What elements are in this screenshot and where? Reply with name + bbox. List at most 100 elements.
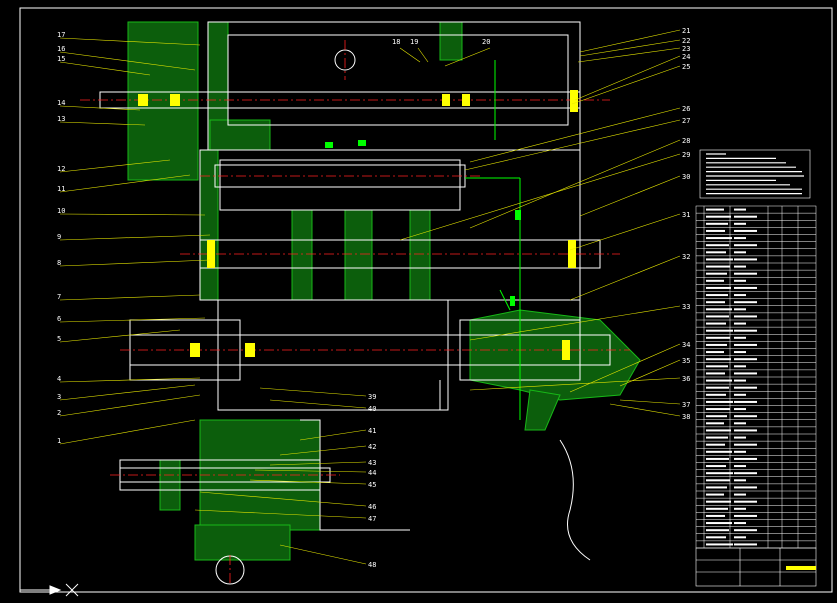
callout-label: 43 — [368, 459, 376, 467]
parts-table-entry-mark — [706, 251, 726, 254]
callout-label: 6 — [57, 315, 61, 323]
parts-table-entry-mark — [734, 272, 757, 275]
parts-table-entry-mark — [706, 229, 725, 232]
parts-table-entry-mark — [706, 329, 733, 332]
parts-table-entry-mark — [734, 322, 746, 325]
callout-label: 42 — [368, 443, 376, 451]
parts-table-entry-mark — [734, 258, 757, 261]
parts-table-entry-mark — [734, 422, 746, 425]
callout-label: 4 — [57, 375, 61, 383]
parts-table-entry-mark — [734, 465, 746, 468]
parts-table-entry-mark — [706, 215, 731, 218]
callout-label: 10 — [57, 207, 65, 215]
parts-table-entry-mark — [734, 472, 757, 475]
parts-table-entry-mark — [706, 422, 724, 425]
parts-table-entry-mark — [706, 365, 728, 368]
callout-leader — [417, 47, 429, 63]
parts-table-entry-mark — [734, 543, 757, 546]
callout-label: 41 — [368, 427, 376, 435]
callout-leader — [609, 403, 681, 417]
callout-leader — [59, 259, 211, 267]
callout-label: 12 — [57, 165, 65, 173]
callout-leader — [574, 55, 681, 101]
parts-table-entry-mark — [706, 450, 732, 453]
parts-table-entry-mark — [734, 244, 757, 247]
callout-leader — [59, 384, 196, 401]
callout-leader — [59, 419, 196, 445]
callout-leader — [399, 153, 681, 241]
parts-table-entry-mark — [706, 286, 731, 289]
parts-table-entry-mark — [706, 415, 727, 418]
parts-table-entry-mark — [706, 272, 727, 275]
callout-label: 48 — [368, 561, 376, 569]
callout-label: 47 — [368, 515, 376, 523]
parts-table-entry-mark — [706, 294, 728, 297]
parts-table-entry-mark — [734, 529, 757, 532]
callout-label: 3 — [57, 393, 61, 401]
callout-label: 13 — [57, 115, 65, 123]
callout-label: 33 — [682, 303, 690, 311]
callout-label: 17 — [57, 31, 65, 39]
parts-table-entry-mark — [734, 279, 746, 282]
parts-table-entry-mark — [734, 500, 757, 503]
housing-sections — [127, 21, 641, 561]
parts-table-entry-mark — [734, 386, 757, 389]
parts-table-entry-mark — [734, 393, 746, 396]
callout-label: 8 — [57, 259, 61, 267]
callout-leader — [59, 394, 201, 417]
parts-table-entry-mark — [734, 536, 746, 539]
parts-table-entry-mark — [706, 336, 730, 339]
callout-label: 23 — [682, 45, 690, 53]
parts-table-entry-mark — [706, 265, 730, 268]
callout-leader — [399, 47, 421, 63]
parts-table-entry-mark — [706, 386, 729, 389]
parts-table-entry-mark — [734, 358, 757, 361]
callout-label: 31 — [682, 211, 690, 219]
callout-leader — [571, 65, 681, 105]
parts-table-entry-mark — [734, 443, 757, 446]
callout-leader — [579, 175, 681, 217]
parts-list — [695, 149, 817, 549]
parts-table-entry-mark — [706, 301, 725, 304]
parts-table-entry-mark — [734, 457, 757, 460]
callout-leader — [464, 119, 681, 171]
callout-label: 1 — [57, 437, 61, 445]
parts-table-entry-mark — [706, 208, 724, 211]
view-arrow-mark — [20, 583, 79, 597]
parts-table-entry-mark — [734, 251, 746, 254]
parts-table-entry-mark — [734, 507, 746, 510]
parts-table-entry-mark — [734, 308, 746, 311]
parts-table-entry-mark — [734, 365, 746, 368]
parts-table-entry-mark — [734, 450, 746, 453]
callout-leader — [269, 399, 367, 409]
callout-label: 35 — [682, 357, 690, 365]
parts-table-entry-mark — [706, 436, 728, 439]
parts-table-entry-mark — [734, 222, 746, 225]
callout-leader — [569, 255, 681, 301]
callout-label: 30 — [682, 173, 690, 181]
parts-table-entry-mark — [734, 436, 746, 439]
parts-table-entry-mark — [734, 372, 757, 375]
callout-leader — [569, 213, 681, 251]
callout-label: 25 — [682, 63, 690, 71]
parts-table-entry-mark — [734, 336, 746, 339]
gearbox-assembly-drawing: 1716151413121110987654321 18 19 20 2122232… — [19, 7, 833, 597]
parts-table-entry-mark — [734, 265, 746, 268]
callout-leader — [59, 234, 211, 241]
parts-table-entry-mark — [706, 479, 730, 482]
parts-table-entry-mark — [706, 358, 731, 361]
callout-leader — [577, 47, 681, 63]
parts-table-entry-mark — [706, 393, 726, 396]
parts-table-entry-mark — [706, 429, 731, 432]
parts-table — [695, 205, 817, 549]
callout-label: 24 — [682, 53, 690, 61]
callout-leader — [259, 387, 367, 397]
parts-table-entry-mark — [734, 315, 757, 318]
callout-label: 20 — [482, 38, 490, 46]
parts-table-entry-mark — [734, 208, 746, 211]
parts-table-entry-mark — [706, 543, 733, 546]
callout-label: 16 — [57, 45, 65, 53]
callout-leader — [279, 544, 367, 565]
parts-table-entry-mark — [706, 443, 725, 446]
callout-leader — [619, 399, 681, 405]
